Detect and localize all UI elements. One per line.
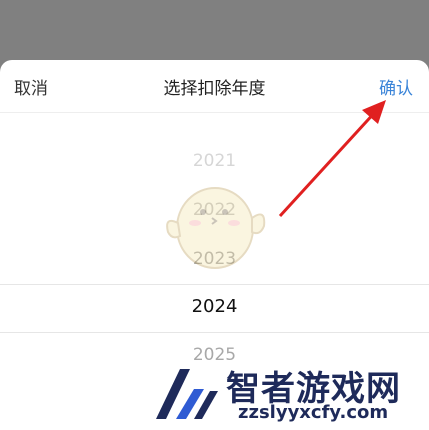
mascot-watermark-icon	[166, 187, 266, 269]
selection-line-bottom	[0, 332, 429, 333]
sheet-header: 取消 选择扣除年度 确认	[0, 60, 429, 113]
watermark-url-text: zzslyyxcfy.com	[238, 402, 389, 423]
confirm-button[interactable]: 确认	[379, 74, 413, 99]
sheet-title: 选择扣除年度	[163, 79, 266, 99]
picker-option-2024-selected[interactable]: 2024	[0, 296, 429, 317]
selection-line-top	[0, 284, 429, 285]
site-watermark: WWGAME 智者游戏网 zzslyyxcfy.com	[148, 355, 429, 430]
dim-overlay[interactable]	[0, 0, 429, 60]
site-logo-icon	[156, 369, 218, 419]
